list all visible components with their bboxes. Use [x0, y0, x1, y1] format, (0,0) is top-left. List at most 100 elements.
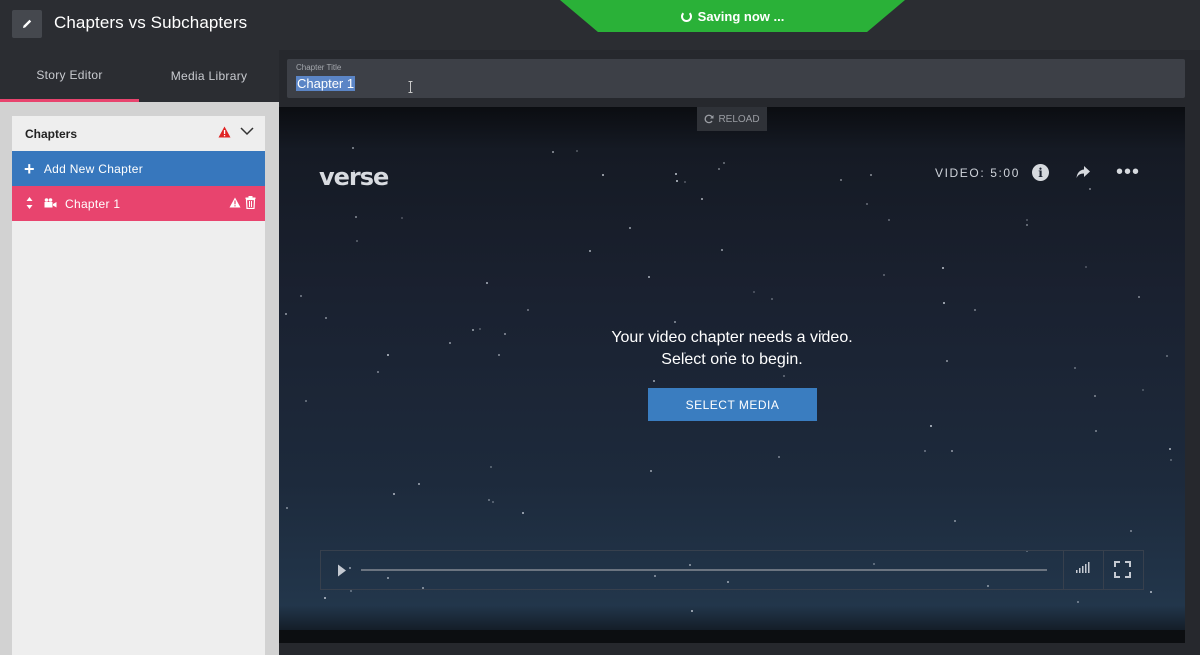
empty-video-submessage: Select one to begin. [661, 351, 803, 368]
star-decoration [954, 520, 956, 522]
star-decoration [377, 371, 379, 373]
star-decoration [691, 610, 693, 612]
saving-status-banner: Saving now ... [560, 0, 905, 32]
drag-handle-icon[interactable] [26, 196, 33, 210]
tab-media-library-label: Media Library [170, 69, 248, 83]
plus-icon: + [24, 158, 35, 179]
star-decoration [1026, 219, 1028, 221]
star-decoration [488, 499, 490, 501]
star-decoration [753, 291, 755, 293]
chapter-title-field[interactable]: Chapter Title Chapter 1 [287, 59, 1185, 98]
tab-story-editor[interactable]: Story Editor [0, 50, 139, 102]
info-icon[interactable]: i [1032, 164, 1049, 181]
chapter-title-input[interactable]: Chapter 1 [296, 76, 356, 91]
star-decoration [418, 483, 420, 485]
star-decoration [492, 501, 494, 503]
star-decoration [522, 512, 524, 514]
star-decoration [870, 174, 872, 176]
star-decoration [771, 298, 773, 300]
star-decoration [1130, 530, 1132, 532]
star-decoration [401, 217, 403, 219]
video-camera-icon [44, 198, 57, 208]
star-decoration [942, 267, 944, 269]
star-decoration [675, 173, 677, 175]
select-media-button[interactable]: SELECT MEDIA [648, 388, 817, 421]
star-decoration [1150, 591, 1152, 593]
star-decoration [285, 313, 287, 315]
text-cursor-icon [408, 81, 413, 93]
star-decoration [325, 317, 327, 319]
star-decoration [1169, 448, 1171, 450]
star-decoration [721, 249, 723, 251]
fullscreen-icon[interactable] [1114, 561, 1131, 578]
warning-icon [229, 197, 241, 208]
star-decoration [305, 400, 307, 402]
progress-track[interactable] [361, 569, 1047, 571]
star-decoration [1142, 389, 1144, 391]
star-decoration [1026, 224, 1028, 226]
chapters-header[interactable]: Chapters [12, 116, 265, 151]
star-decoration [648, 276, 650, 278]
star-decoration [778, 456, 780, 458]
main-editor: Chapter Title Chapter 1 RELOAD verse VID… [279, 50, 1200, 655]
controls-divider [1063, 551, 1064, 589]
play-icon[interactable] [337, 564, 347, 577]
star-decoration [602, 174, 604, 176]
player-controls [320, 550, 1144, 590]
add-new-chapter-label: Add New Chapter [43, 161, 144, 176]
controls-divider [1103, 551, 1104, 589]
video-preview: RELOAD verse VIDEO: 5:00 i ••• Your vide… [279, 107, 1185, 643]
star-decoration [324, 597, 326, 599]
star-decoration [356, 240, 358, 242]
volume-icon[interactable] [1076, 562, 1090, 576]
star-decoration [943, 302, 945, 304]
reload-button[interactable]: RELOAD [697, 107, 767, 131]
trash-icon[interactable] [245, 196, 256, 209]
star-decoration [883, 274, 885, 276]
star-decoration [393, 493, 395, 495]
star-decoration [1085, 266, 1087, 268]
star-decoration [300, 295, 302, 297]
star-decoration [684, 181, 686, 183]
video-bottom-bar [279, 630, 1185, 643]
edit-title-button[interactable] [12, 10, 42, 38]
chevron-down-icon[interactable] [240, 126, 254, 136]
star-decoration [701, 198, 703, 200]
sidebar-tabs: Story Editor Media Library [0, 50, 279, 102]
star-decoration [527, 309, 529, 311]
star-decoration [674, 321, 676, 323]
star-decoration [840, 179, 842, 181]
star-decoration [589, 250, 591, 252]
star-decoration [1077, 601, 1079, 603]
star-decoration [629, 227, 631, 229]
star-decoration [974, 309, 976, 311]
star-decoration [653, 380, 655, 382]
star-decoration [888, 219, 890, 221]
star-decoration [1089, 188, 1091, 190]
star-decoration [552, 151, 554, 153]
star-decoration [924, 450, 926, 452]
star-decoration [286, 507, 288, 509]
star-decoration [576, 150, 578, 152]
more-options-icon[interactable]: ••• [1116, 162, 1140, 182]
star-decoration [1138, 296, 1140, 298]
star-decoration [951, 450, 953, 452]
empty-video-message: Your video chapter needs a video. [611, 329, 853, 346]
warning-icon [218, 126, 231, 138]
left-panel: Story Editor Media Library Chapters + Ad… [0, 50, 279, 655]
verse-logo: verse [319, 163, 389, 191]
saving-status-text: Saving now ... [697, 8, 785, 24]
star-decoration [1170, 459, 1172, 461]
star-decoration [490, 466, 492, 468]
chapters-heading: Chapters [25, 126, 78, 141]
add-new-chapter-button[interactable]: + Add New Chapter [12, 151, 265, 186]
star-decoration [783, 375, 785, 377]
chapter-list-item[interactable]: Chapter 1 [12, 186, 265, 221]
star-decoration [352, 147, 354, 149]
star-decoration [650, 470, 652, 472]
share-icon[interactable] [1075, 164, 1091, 180]
tab-media-library[interactable]: Media Library [139, 50, 279, 102]
spinner-icon [680, 10, 692, 22]
star-decoration [676, 180, 678, 182]
star-decoration [723, 162, 725, 164]
